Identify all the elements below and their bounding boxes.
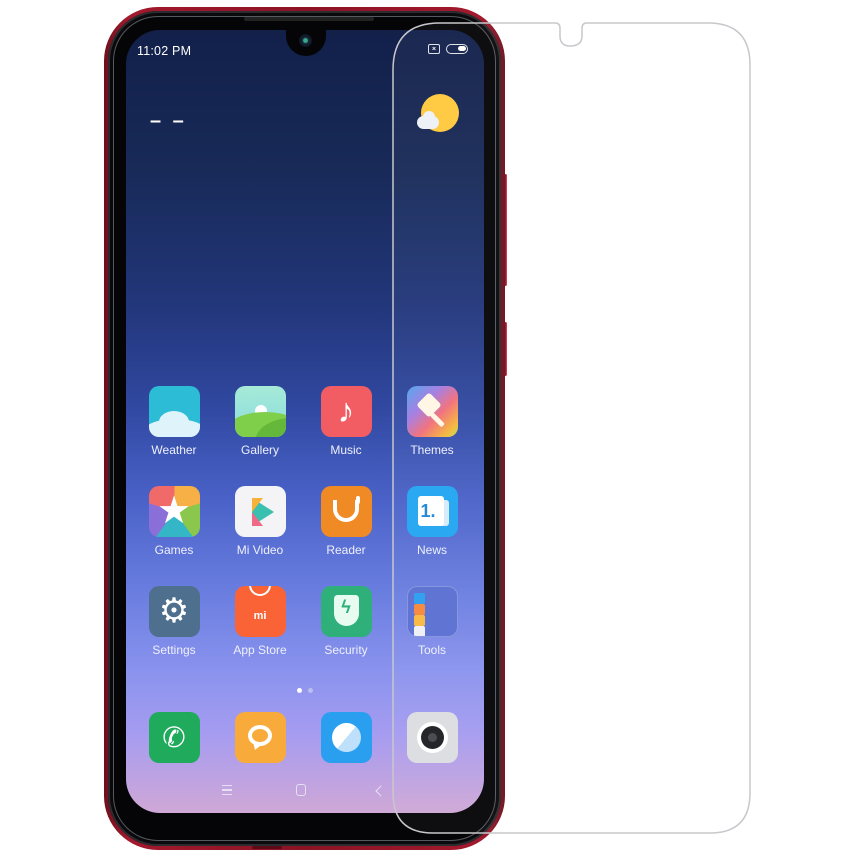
app-mi-video[interactable]: Mi Video xyxy=(222,486,298,557)
no-sim-icon xyxy=(428,44,440,54)
dock-browser[interactable] xyxy=(308,712,384,763)
folder-mini-app-icon xyxy=(413,593,425,604)
app-weather[interactable]: Weather xyxy=(136,386,212,457)
nav-back-button[interactable] xyxy=(374,782,387,797)
app-label: Weather xyxy=(151,443,197,457)
app-tools-folder[interactable]: Tools xyxy=(394,586,470,657)
app-label: Games xyxy=(154,543,194,557)
clock-widget[interactable]: – – xyxy=(150,110,187,133)
app-store-bag-icon: mi xyxy=(234,586,286,637)
security-shield-icon: ϟ xyxy=(320,586,372,637)
page-indicator xyxy=(126,680,484,698)
back-icon xyxy=(375,785,387,797)
app-row: ★ Games Mi Video Reader 1. News xyxy=(126,486,484,576)
folder-mini-app-icon xyxy=(413,626,425,636)
app-row: Weather Gallery ♪ Music Themes xyxy=(126,386,484,476)
dock-phone[interactable]: ✆ xyxy=(136,712,212,763)
phone-screen: 11:02 PM – – Weather Gallery ♪ Music The… xyxy=(126,30,484,813)
mi-video-icon xyxy=(234,486,286,537)
page-dot-active[interactable] xyxy=(297,688,302,693)
app-label: Mi Video xyxy=(236,543,284,557)
phone-icon: ✆ xyxy=(148,712,200,763)
status-time: 11:02 PM xyxy=(137,44,192,58)
bottom-port xyxy=(252,846,282,849)
folder-mini-app-icon xyxy=(413,615,425,626)
app-security[interactable]: ϟ Security xyxy=(308,586,384,657)
app-gallery[interactable]: Gallery xyxy=(222,386,298,457)
cloud-icon xyxy=(417,111,439,129)
nav-home-button[interactable] xyxy=(296,782,306,796)
folder-mini-app-icon xyxy=(413,604,425,615)
app-music[interactable]: ♪ Music xyxy=(308,386,384,457)
page-dot[interactable] xyxy=(308,688,313,693)
earpiece-speaker xyxy=(244,17,374,21)
app-label: News xyxy=(416,543,447,557)
app-label: Settings xyxy=(152,643,196,657)
battery-icon xyxy=(446,44,468,54)
messages-icon xyxy=(234,712,286,763)
menu-icon xyxy=(222,785,232,795)
app-label: Reader xyxy=(326,543,366,557)
weather-icon xyxy=(148,386,200,437)
gallery-icon xyxy=(234,386,286,437)
app-label: Security xyxy=(324,643,368,657)
dock-camera[interactable] xyxy=(394,712,470,763)
home-icon xyxy=(296,784,306,796)
tools-folder-icon xyxy=(406,586,458,637)
browser-icon xyxy=(320,712,372,763)
settings-gear-icon: ⚙ xyxy=(148,586,200,637)
app-label: Tools xyxy=(417,643,446,657)
app-settings[interactable]: ⚙ Settings xyxy=(136,586,212,657)
app-themes[interactable]: Themes xyxy=(394,386,470,457)
navigation-bar xyxy=(126,782,484,802)
weather-widget[interactable] xyxy=(417,94,459,134)
news-icon: 1. xyxy=(406,486,458,537)
app-label: Gallery xyxy=(240,443,279,457)
app-games[interactable]: ★ Games xyxy=(136,486,212,557)
app-label: Themes xyxy=(410,443,454,457)
status-icons xyxy=(428,44,468,54)
games-icon: ★ xyxy=(148,486,200,537)
app-app-store[interactable]: mi App Store xyxy=(222,586,298,657)
themes-icon xyxy=(406,386,458,437)
camera-icon xyxy=(406,712,458,763)
front-camera-icon xyxy=(299,34,312,47)
app-news[interactable]: 1. News xyxy=(394,486,470,557)
app-label: App Store xyxy=(233,643,287,657)
dock: ✆ xyxy=(126,712,484,772)
reader-icon xyxy=(320,486,372,537)
app-reader[interactable]: Reader xyxy=(308,486,384,557)
dock-messages[interactable] xyxy=(222,712,298,763)
app-label: Music xyxy=(330,443,362,457)
app-row: ⚙ Settings mi App Store ϟ Security Tools xyxy=(126,586,484,676)
music-icon: ♪ xyxy=(320,386,372,437)
nav-menu-button[interactable] xyxy=(222,782,232,795)
